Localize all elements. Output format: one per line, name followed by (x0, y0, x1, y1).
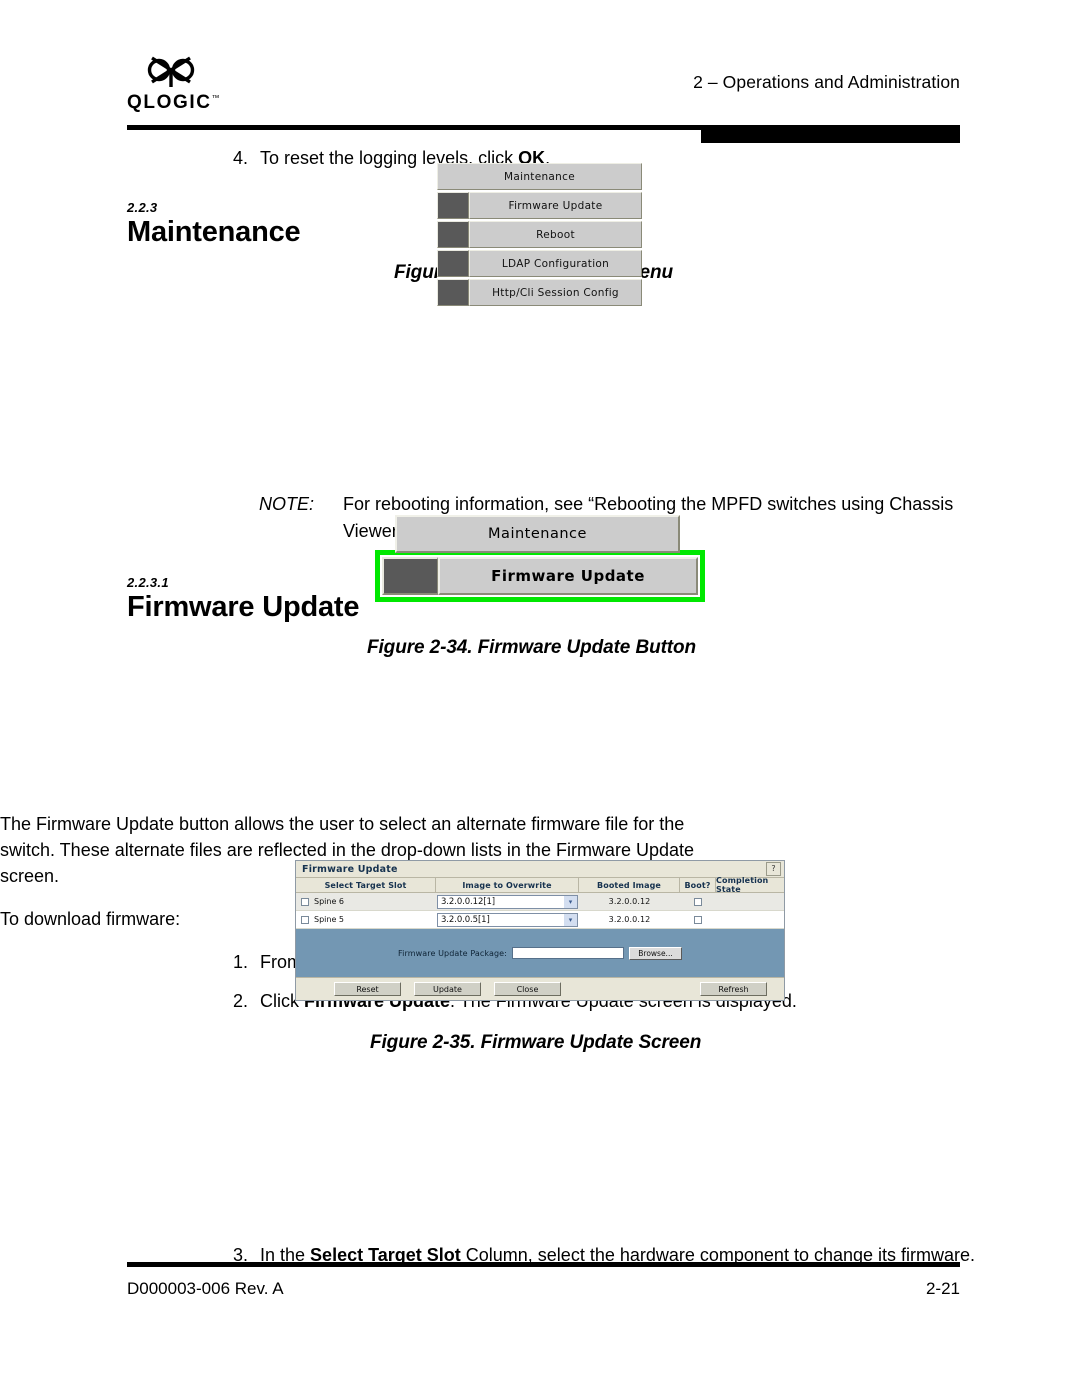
column-header-select-target-slot: Select Target Slot (296, 878, 436, 892)
qlogic-logo: QLOGIC™ (127, 54, 247, 114)
image-select-dropdown[interactable]: 3.2.0.0.12[1] ▾ (437, 894, 578, 909)
cell-image-to-overwrite: 3.2.0.0.5[1] ▾ (436, 911, 579, 928)
page-content: 4. To reset the logging levels, click OK… (0, 145, 1080, 1272)
cell-completion-state (716, 911, 784, 928)
qlogic-wordmark: QLOGIC™ (127, 92, 247, 114)
dialog-title: Firmware Update (302, 863, 398, 875)
slot-checkbox[interactable] (301, 915, 309, 924)
note-label: NOTE: (259, 494, 315, 515)
chevron-down-icon: ▾ (564, 895, 577, 908)
menu-item-label: LDAP Configuration (469, 250, 642, 277)
table-row: Spine 6 3.2.0.0.12[1] ▾ 3.2.0.0.12 (296, 893, 784, 911)
footer-line: D000003-006 Rev. A 2-21 (127, 1279, 960, 1299)
menu-item-reboot[interactable]: Reboot (437, 221, 642, 248)
footer-refresh-group: Refresh (700, 982, 767, 996)
close-button[interactable]: Close (494, 982, 561, 996)
menu-item-label: Reboot (469, 221, 642, 248)
step-number: 1. (232, 952, 248, 973)
header-rule (127, 125, 960, 143)
cell-select-target-slot: Spine 5 (296, 911, 436, 928)
page-number: 2-21 (925, 1279, 960, 1298)
slot-label: Spine 6 (314, 897, 345, 906)
cell-booted-image: 3.2.0.0.12 (608, 897, 651, 906)
page-header: QLOGIC™ 2 – Operations and Administratio… (0, 0, 1080, 145)
document-id: D000003-006 Rev. A (127, 1279, 284, 1298)
column-header-boot: Boot? (680, 878, 716, 892)
boot-checkbox[interactable] (694, 915, 702, 924)
slot-checkbox[interactable] (301, 897, 309, 906)
package-field-label: Firmware Update Package: (398, 948, 507, 958)
update-button[interactable]: Update (414, 982, 481, 996)
cell-boot (680, 893, 716, 910)
highlight-box: Firmware Update (375, 550, 705, 602)
reset-button[interactable]: Reset (334, 982, 401, 996)
step-number: 2. (232, 990, 248, 1011)
cell-booted-image: 3.2.0.0.12 (608, 915, 651, 924)
help-icon[interactable]: ? (766, 862, 781, 876)
image-select-value: 3.2.0.0.12[1] (441, 896, 495, 907)
figure-2-35-firmware-update-screen: Firmware Update ? Select Target Slot Ima… (295, 860, 785, 1001)
image-select-dropdown[interactable]: 3.2.0.0.5[1] ▾ (437, 912, 578, 927)
header-rule-thin (127, 125, 701, 130)
figure-2-34-firmware-update-button: Maintenance Firmware Update (375, 515, 705, 602)
menu-item-label: Firmware Update (469, 192, 642, 219)
figure-2-33-maintenance-menu: Maintenance Firmware Update Reboot LDAP … (437, 163, 642, 308)
boot-checkbox[interactable] (694, 897, 702, 906)
menu-item-label: Maintenance (437, 163, 642, 190)
menu-item-maintenance[interactable]: Maintenance (437, 163, 642, 190)
cell-completion-state (716, 893, 784, 910)
qlogic-wordmark-text: QLOGIC (127, 92, 212, 113)
footer-rule (127, 1262, 960, 1267)
column-header-completion-state: Completion State (716, 876, 769, 894)
dialog-footer: Reset Update Close Refresh (296, 977, 784, 1000)
step-number: 4. (232, 148, 248, 168)
figure-caption-2-35: Figure 2-35. Firmware Update Screen (370, 1031, 702, 1053)
footer-button-group: Reset Update Close (334, 982, 561, 996)
menu-swatch-icon (437, 279, 469, 306)
header-rule-thick (701, 125, 960, 143)
table-header-row: Select Target Slot Image to Overwrite Bo… (296, 876, 784, 894)
menu-item-label: Http/Cli Session Config (469, 279, 642, 306)
column-header-booted-image: Booted Image (579, 878, 680, 892)
dialog-titlebar: Firmware Update ? (296, 861, 784, 878)
upload-panel: Firmware Update Package: Browse... (296, 929, 784, 977)
menu-swatch-icon (437, 221, 469, 248)
browse-button[interactable]: Browse... (628, 946, 682, 960)
image-select-value: 3.2.0.0.5[1] (441, 914, 490, 925)
menu-swatch-icon (437, 192, 469, 219)
menu-item-firmware-update[interactable]: Firmware Update (437, 192, 642, 219)
menu-item-label: Maintenance (395, 515, 680, 553)
qlogic-logo-icon (147, 56, 195, 87)
menu-item-http-cli-session-config[interactable]: Http/Cli Session Config (437, 279, 642, 306)
slot-label: Spine 5 (314, 915, 345, 924)
menu-swatch-icon (382, 557, 438, 595)
menu-item-maintenance[interactable]: Maintenance (395, 515, 680, 553)
cell-image-to-overwrite: 3.2.0.0.12[1] ▾ (436, 893, 579, 910)
menu-item-label: Firmware Update (438, 557, 698, 595)
menu-swatch-icon (437, 250, 469, 277)
package-path-input[interactable] (511, 947, 624, 959)
page-footer: D000003-006 Rev. A 2-21 (127, 1262, 960, 1299)
table-row: Spine 5 3.2.0.0.5[1] ▾ 3.2.0.0.12 (296, 911, 784, 929)
figure-caption-2-34: Figure 2-34. Firmware Update Button (367, 637, 697, 659)
refresh-button[interactable]: Refresh (700, 982, 767, 996)
column-header-image-to-overwrite: Image to Overwrite (436, 878, 579, 892)
trademark-symbol: ™ (211, 93, 220, 103)
chapter-title: 2 – Operations and Administration (693, 72, 960, 92)
menu-item-ldap-configuration[interactable]: LDAP Configuration (437, 250, 642, 277)
cell-select-target-slot: Spine 6 (296, 893, 436, 910)
menu-item-firmware-update[interactable]: Firmware Update (382, 557, 698, 595)
cell-boot (680, 911, 716, 928)
chevron-down-icon: ▾ (564, 913, 577, 926)
